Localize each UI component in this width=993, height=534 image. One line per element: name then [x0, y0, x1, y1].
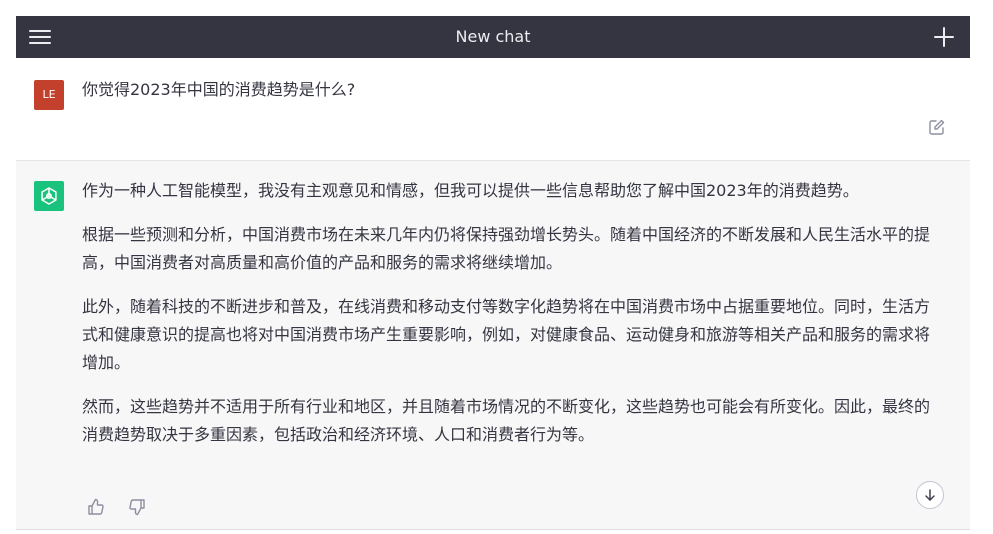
assistant-paragraph: 根据一些预测和分析，中国消费市场在未来几年内仍将保持强劲增长势头。随着中国经济的…	[82, 225, 931, 272]
thumbs-down-icon[interactable]	[127, 497, 147, 517]
feedback-buttons	[86, 497, 163, 517]
edit-message-button[interactable]	[928, 118, 946, 136]
assistant-paragraph: 然而，这些趋势并不适用于所有行业和地区，并且随着市场情况的不断变化，这些趋势也可…	[82, 397, 931, 444]
chat-title: New chat	[455, 27, 531, 46]
assistant-message-text: 作为一种人工智能模型，我没有主观意见和情感，但我可以提供一些信息帮助您了解中国2…	[82, 177, 944, 465]
thumbs-up-icon[interactable]	[86, 497, 106, 517]
assistant-message: 作为一种人工智能模型，我没有主观意见和情感，但我可以提供一些信息帮助您了解中国2…	[16, 161, 970, 530]
edit-icon	[928, 119, 946, 140]
assistant-paragraph: 此外，随着科技的不断进步和普及，在线消费和移动支付等数字化趋势将在中国消费市场中…	[82, 297, 931, 372]
user-message: LE 你觉得2023年中国的消费趋势是什么?	[16, 58, 970, 161]
user-avatar: LE	[34, 80, 64, 110]
chat-window: New chat LE 你觉得2023年中国的消费趋势是什么? 作为一种人工智能…	[16, 16, 970, 534]
plus-icon	[930, 23, 958, 51]
arrow-down-icon	[917, 487, 943, 503]
openai-logo-icon	[34, 185, 64, 207]
new-chat-button[interactable]	[930, 23, 958, 51]
assistant-avatar	[34, 181, 64, 211]
top-bar: New chat	[16, 16, 970, 58]
assistant-paragraph: 作为一种人工智能模型，我没有主观意见和情感，但我可以提供一些信息帮助您了解中国2…	[82, 181, 859, 200]
scroll-to-bottom-button[interactable]	[916, 481, 944, 509]
user-message-text: 你觉得2023年中国的消费趋势是什么?	[82, 80, 356, 99]
